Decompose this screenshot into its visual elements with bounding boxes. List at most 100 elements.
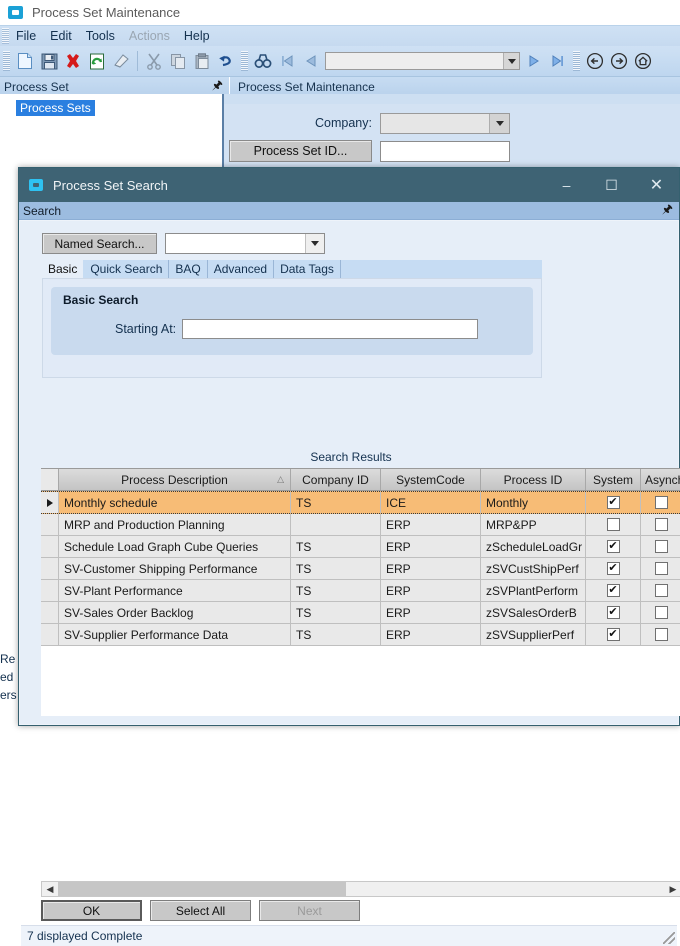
toolbar-grip[interactable] (3, 51, 10, 71)
copy-icon[interactable] (166, 49, 190, 73)
cell-process-description[interactable]: Schedule Load Graph Cube Queries (59, 536, 291, 557)
checkbox-unchecked-icon[interactable] (654, 540, 668, 553)
cell-asynch-checkbox[interactable] (641, 602, 680, 623)
table-row[interactable]: MRP and Production Planning ERP MRP&PP (41, 514, 680, 536)
row-indicator[interactable] (41, 514, 59, 535)
save-icon[interactable] (37, 49, 61, 73)
checkbox-checked-icon[interactable]: ✔ (606, 628, 620, 641)
table-row[interactable]: SV-Supplier Performance Data TS ERP zSVSupp… (41, 624, 680, 646)
dialog-titlebar[interactable]: Process Set Search – ☐ ✕ (19, 168, 679, 202)
cell-system-checkbox[interactable]: ✔ (586, 558, 641, 579)
menu-item-help[interactable]: Help (177, 28, 217, 44)
refresh-icon[interactable] (85, 49, 109, 73)
checkbox-checked-icon[interactable]: ✔ (606, 584, 620, 597)
clear-eraser-icon[interactable] (109, 49, 133, 73)
paste-icon[interactable] (190, 49, 214, 73)
table-row[interactable]: Monthly schedule TS ICE Monthly ✔ (41, 491, 680, 514)
tab-quick-search[interactable]: Quick Search (84, 260, 170, 278)
table-row[interactable]: SV-Sales Order Backlog TS ERP zSVSalesOrder… (41, 602, 680, 624)
scrollbar-thumb[interactable] (58, 882, 346, 896)
company-combo[interactable] (380, 112, 510, 134)
grid-header-process-id[interactable]: Process ID (481, 469, 586, 490)
cell-system-checkbox[interactable]: ✔ (586, 580, 641, 601)
grid-header-process-description[interactable]: Process Description △ (59, 469, 291, 490)
cell-process-id[interactable]: zSVSalesOrderB (481, 602, 586, 623)
close-button[interactable]: ✕ (634, 168, 679, 202)
forward-arrow-icon[interactable] (607, 49, 631, 73)
new-document-icon[interactable] (13, 49, 37, 73)
checkbox-checked-icon[interactable]: ✔ (606, 540, 620, 553)
cell-process-id[interactable]: zSVCustShipPerf (481, 558, 586, 579)
menu-item-file[interactable]: File (9, 28, 43, 44)
minimize-button[interactable]: – (544, 168, 589, 202)
chevron-down-icon[interactable] (489, 113, 509, 133)
cell-system-checkbox[interactable]: ✔ (586, 492, 641, 513)
previous-record-icon[interactable] (299, 49, 323, 73)
back-arrow-icon[interactable] (583, 49, 607, 73)
named-search-button[interactable]: Named Search... (42, 233, 157, 254)
cell-process-id[interactable]: MRP&PP (481, 514, 586, 535)
last-record-icon[interactable] (546, 49, 570, 73)
select-all-button[interactable]: Select All (150, 900, 251, 921)
process-set-id-button[interactable]: Process Set ID... (229, 140, 372, 162)
resize-grip[interactable] (663, 932, 675, 944)
cell-system-checkbox[interactable]: ✔ (586, 602, 641, 623)
checkbox-checked-icon[interactable]: ✔ (606, 496, 620, 509)
menubar-grip[interactable] (2, 28, 9, 44)
checkbox-unchecked-icon[interactable] (654, 628, 668, 641)
row-indicator[interactable] (41, 624, 59, 645)
process-set-id-field[interactable] (380, 140, 510, 162)
row-indicator[interactable] (41, 602, 59, 623)
checkbox-unchecked-icon[interactable] (654, 496, 668, 509)
cell-systemcode[interactable]: ERP (381, 580, 481, 601)
scroll-left-arrow-icon[interactable]: ◀ (42, 882, 58, 896)
cell-process-description[interactable]: MRP and Production Planning (59, 514, 291, 535)
toolbar-grip-3[interactable] (573, 51, 580, 71)
tab-data-tags[interactable]: Data Tags (274, 260, 341, 278)
next-record-icon[interactable] (522, 49, 546, 73)
menu-item-tools[interactable]: Tools (79, 28, 122, 44)
scroll-right-arrow-icon[interactable]: ▶ (665, 882, 680, 896)
starting-at-input[interactable] (182, 319, 479, 339)
checkbox-checked-icon[interactable]: ✔ (606, 606, 620, 619)
table-row[interactable]: SV-Customer Shipping Performance TS ERP zSV… (41, 558, 680, 580)
cell-systemcode[interactable]: ERP (381, 514, 481, 535)
home-icon[interactable] (631, 49, 655, 73)
cell-process-description[interactable]: SV-Plant Performance (59, 580, 291, 601)
cell-process-id[interactable]: zSVPlantPerform (481, 580, 586, 601)
cell-system-checkbox[interactable]: ✔ (586, 624, 641, 645)
first-record-icon[interactable] (275, 49, 299, 73)
cell-company-id[interactable]: TS (291, 558, 381, 579)
chevron-down-icon[interactable] (503, 53, 519, 69)
grid-horizontal-scrollbar[interactable]: ◀ ▶ (41, 881, 680, 897)
tab-advanced[interactable]: Advanced (208, 260, 275, 278)
cell-process-description[interactable]: SV-Customer Shipping Performance (59, 558, 291, 579)
checkbox-checked-icon[interactable]: ✔ (606, 562, 620, 575)
checkbox-unchecked-icon[interactable] (654, 606, 668, 619)
cell-company-id[interactable]: TS (291, 536, 381, 557)
record-selector-combo[interactable] (325, 52, 520, 70)
row-indicator[interactable] (41, 558, 59, 579)
cell-system-checkbox[interactable]: ✔ (586, 536, 641, 557)
table-row[interactable]: SV-Plant Performance TS ERP zSVPlantPerform… (41, 580, 680, 602)
cell-process-description[interactable]: Monthly schedule (59, 492, 291, 513)
toolbar-grip-2[interactable] (241, 51, 248, 71)
named-search-combo[interactable] (165, 233, 325, 254)
cell-systemcode[interactable]: ERP (381, 558, 481, 579)
grid-header-asynch[interactable]: Asynch (641, 469, 680, 490)
row-indicator[interactable] (41, 536, 59, 557)
row-current-marker[interactable] (41, 492, 59, 513)
cell-asynch-checkbox[interactable] (641, 558, 680, 579)
grid-header-systemcode[interactable]: SystemCode (381, 469, 481, 490)
cell-asynch-checkbox[interactable] (641, 514, 680, 535)
cell-process-id[interactable]: zSVSupplierPerf (481, 624, 586, 645)
checkbox-unchecked-icon[interactable] (606, 518, 620, 531)
ok-button[interactable]: OK (41, 900, 142, 921)
menu-item-edit[interactable]: Edit (43, 28, 79, 44)
cell-company-id[interactable] (291, 514, 381, 535)
cell-company-id[interactable]: TS (291, 580, 381, 601)
cell-process-id[interactable]: zScheduleLoadGr (481, 536, 586, 557)
cell-company-id[interactable]: TS (291, 492, 381, 513)
checkbox-unchecked-icon[interactable] (654, 562, 668, 575)
cell-systemcode[interactable]: ERP (381, 536, 481, 557)
